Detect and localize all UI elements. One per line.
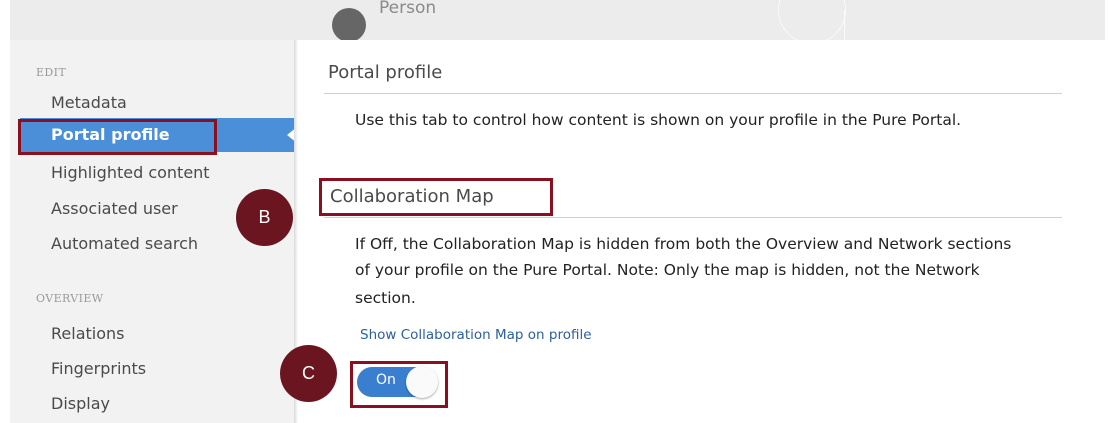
- header-circle-decoration: [778, 0, 846, 40]
- sidebar-section-overview: OVERVIEW: [36, 292, 104, 305]
- person-avatar-icon: [332, 8, 366, 40]
- portal-profile-description: Use this tab to control how content is s…: [355, 111, 962, 129]
- header-person-label: Person: [379, 0, 437, 18]
- show-collaboration-map-label: Show Collaboration Map on profile: [360, 327, 592, 343]
- highlight-box-toggle: [350, 361, 448, 408]
- callout-marker-b: B: [236, 189, 293, 246]
- portal-profile-divider: [324, 93, 1062, 94]
- highlight-box-portal-profile: [18, 119, 217, 155]
- highlight-box-collaboration-map: [319, 178, 553, 216]
- portal-profile-heading: Portal profile: [328, 62, 443, 83]
- sidebar-item-associated-user[interactable]: Associated user: [51, 199, 178, 218]
- collaboration-map-divider: [324, 217, 1062, 218]
- header-divider: [844, 10, 845, 40]
- collaboration-map-description-line2: of your profile on the Pure Portal. Note…: [355, 261, 980, 279]
- sidebar-item-fingerprints[interactable]: Fingerprints: [51, 359, 146, 378]
- sidebar-section-edit: EDIT: [36, 66, 67, 79]
- sidebar-item-relations[interactable]: Relations: [51, 324, 124, 343]
- collaboration-map-description-line3: section.: [355, 289, 416, 307]
- sidebar-item-display[interactable]: Display: [51, 394, 110, 413]
- sidebar-item-highlighted-content[interactable]: Highlighted content: [51, 163, 210, 182]
- sidebar-item-automated-search[interactable]: Automated search: [51, 234, 198, 253]
- sidebar-item-metadata[interactable]: Metadata: [51, 93, 127, 112]
- collaboration-map-description-line1: If Off, the Collaboration Map is hidden …: [355, 235, 1012, 253]
- top-header: Person: [10, 0, 1105, 40]
- callout-marker-c: C: [280, 345, 337, 402]
